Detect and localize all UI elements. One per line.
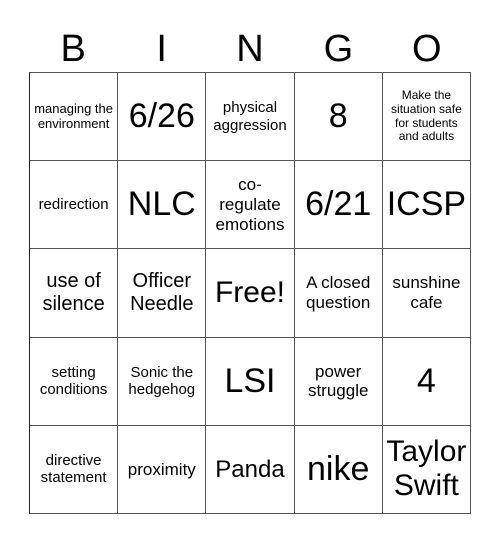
cell-label: Officer Needle [130, 269, 194, 315]
cell-label: nike [307, 449, 370, 488]
bingo-cell[interactable]: 4 [382, 337, 471, 426]
bingo-cell[interactable]: Taylor Swift [382, 425, 471, 514]
cell-label: NLC [127, 185, 196, 224]
bingo-cell[interactable]: proximity [118, 425, 207, 514]
bingo-board: managing the environment 6/26 physical agg… [29, 72, 471, 514]
bingo-cell[interactable]: A closed question [294, 249, 383, 338]
bingo-cell[interactable]: physical aggression [206, 73, 295, 162]
bingo-cell[interactable]: LSI [206, 337, 295, 426]
header-letter-i: I [156, 28, 167, 70]
header-letter-b: B [60, 28, 86, 70]
cell-label: 4 [416, 361, 436, 400]
bingo-cell[interactable]: 6/26 [118, 73, 207, 162]
bingo-cell[interactable]: Panda [206, 425, 295, 514]
bingo-header: B I N G O [29, 26, 471, 72]
bingo-cell[interactable]: 6/21 [294, 161, 383, 250]
cell-label: setting conditions [39, 363, 108, 399]
bingo-cell[interactable]: setting conditions [30, 337, 119, 426]
bingo-cell[interactable]: nike [294, 425, 383, 514]
bingo-cell[interactable]: directive statement [30, 425, 119, 514]
cell-label: Make the situation safe for students and… [391, 88, 462, 144]
cell-label: use of silence [42, 269, 105, 315]
cell-label: Sonic the hedgehog [128, 363, 196, 399]
bingo-cell[interactable]: sunshine cafe [382, 249, 471, 338]
cell-label: power struggle [307, 361, 369, 401]
cell-label: Taylor Swift [386, 434, 467, 503]
bingo-cell[interactable]: NLC [118, 161, 207, 250]
cell-label: physical aggression [213, 99, 287, 134]
cell-label: redirection [38, 196, 109, 214]
cell-label: Free! [214, 275, 285, 309]
cell-label: Panda [215, 455, 285, 483]
cell-label: 6/26 [128, 97, 195, 136]
cell-label: 6/21 [305, 185, 372, 224]
header-letter-g: G [323, 28, 354, 70]
bingo-cell[interactable]: 8 [294, 73, 383, 162]
bingo-cell[interactable]: redirection [30, 161, 119, 250]
bingo-cell[interactable]: power struggle [294, 337, 383, 426]
cell-label: sunshine cafe [392, 273, 461, 312]
bingo-cell[interactable]: Sonic the hedgehog [118, 337, 207, 426]
cell-label: managing the environment [34, 100, 113, 131]
bingo-cell[interactable]: use of silence [30, 249, 119, 338]
cell-label: 8 [328, 97, 348, 136]
bingo-cell[interactable]: Officer Needle [118, 249, 207, 338]
bingo-cell[interactable]: managing the environment [30, 73, 119, 162]
cell-label: LSI [224, 361, 276, 400]
cell-label: ICSP [386, 185, 467, 224]
header-letter-o: O [412, 28, 442, 70]
bingo-cell[interactable]: ICSP [382, 161, 471, 250]
free-space-cell[interactable]: Free! [206, 249, 295, 338]
header-letter-n: N [236, 28, 264, 70]
cell-label: A closed question [306, 273, 371, 312]
cell-label: co-regulate emotions [215, 175, 285, 234]
cell-label: directive statement [40, 452, 107, 487]
bingo-cell[interactable]: co-regulate emotions [206, 161, 295, 250]
cell-label: proximity [127, 459, 196, 479]
bingo-cell[interactable]: Make the situation safe for students and… [382, 73, 471, 162]
